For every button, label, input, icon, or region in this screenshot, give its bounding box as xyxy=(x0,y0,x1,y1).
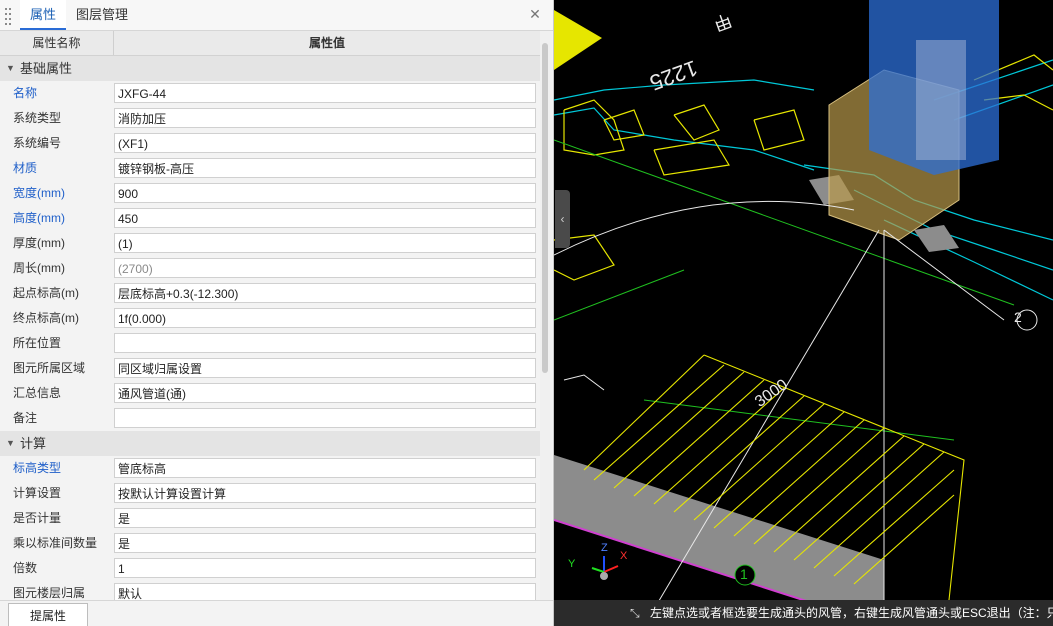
property-group-title: 基础属性 xyxy=(20,61,73,76)
grey-beam-small-2 xyxy=(914,225,959,252)
triad-z-label: Z xyxy=(601,542,608,554)
property-value-field[interactable]: 1f(0.000) xyxy=(114,308,536,328)
axis-label-1: 1 xyxy=(740,566,748,582)
property-value-field[interactable]: 1 xyxy=(114,558,536,578)
blue-duct-face xyxy=(916,40,966,160)
property-value-field[interactable]: 450 xyxy=(114,208,536,228)
property-value-field[interactable]: JXFG-44 xyxy=(114,83,536,103)
property-row: 标高类型 管底标高 xyxy=(0,456,540,481)
property-column-header: 属性名称 属性值 xyxy=(0,31,540,56)
status-text: 左键点选或者框选要生成通头的风管，右键生成风管通头或ESC退出（注：只 xyxy=(650,606,1053,620)
property-value-field[interactable]: 管底标高 xyxy=(114,458,536,478)
property-value-field[interactable]: (1) xyxy=(114,233,536,253)
axis-triad xyxy=(591,556,619,580)
property-value-field[interactable]: 层底标高+0.3(-12.300) xyxy=(114,283,536,303)
property-row: 备注 xyxy=(0,406,540,431)
property-row: 是否计量 是 xyxy=(0,506,540,531)
property-value-field[interactable]: 消防加压 xyxy=(114,108,536,128)
property-label: 汇总信息 xyxy=(13,386,62,400)
triad-y-label: Y xyxy=(568,558,576,570)
chevron-left-icon[interactable]: ‹ xyxy=(555,190,570,248)
column-header-value: 属性值 xyxy=(308,36,345,50)
property-value-field[interactable]: (XF1) xyxy=(114,133,536,153)
property-group-header[interactable]: ▼ 计算 xyxy=(0,431,540,456)
property-row: 名称 JXFG-44 xyxy=(0,81,540,106)
property-row: 倍数 1 xyxy=(0,556,540,581)
tab-properties[interactable]: 属性 xyxy=(20,0,66,30)
property-row: 系统类型 消防加压 xyxy=(0,106,540,131)
triad-x-label: X xyxy=(620,550,628,562)
cursor-select-icon: ⤡ xyxy=(630,606,640,620)
property-grid: ▼ 基础属性名称 JXFG-44 系统类型 消防加压系统编号 (XF1) 材质 镀锌钢板-高压… xyxy=(0,56,540,600)
property-label: 计算设置 xyxy=(13,486,62,500)
property-label: 图元楼层归属 xyxy=(13,586,86,600)
property-value-field[interactable] xyxy=(114,333,536,353)
panel-tab-bar: 属性 图层管理 ✕ xyxy=(0,0,553,31)
property-label: 宽度(mm) xyxy=(13,186,65,200)
property-row: 图元所属区域 同区域归属设置 xyxy=(0,356,540,381)
property-label: 所在位置 xyxy=(13,336,62,350)
property-row: 终点标高(m) 1f(0.000) xyxy=(0,306,540,331)
triangle-down-icon[interactable]: ▼ xyxy=(6,56,15,81)
property-value-field[interactable]: 镀锌钢板-高压 xyxy=(114,158,536,178)
property-row: 汇总信息 通风管道(通) xyxy=(0,381,540,406)
extract-properties-button[interactable]: 提属性 xyxy=(8,603,88,626)
property-label: 系统编号 xyxy=(13,136,62,150)
column-header-name: 属性名称 xyxy=(0,31,114,55)
property-label: 标高类型 xyxy=(13,461,62,475)
property-row: 厚度(mm) (1) xyxy=(0,231,540,256)
scrollbar-thumb[interactable] xyxy=(542,43,548,373)
property-value-field[interactable]: 同区域归属设置 xyxy=(114,358,536,378)
property-row: 计算设置 按默认计算设置计算 xyxy=(0,481,540,506)
property-row: 周长(mm) (2700) xyxy=(0,256,540,281)
property-label: 终点标高(m) xyxy=(13,311,79,325)
property-group-title: 计算 xyxy=(20,436,47,451)
property-label: 倍数 xyxy=(13,561,38,575)
property-value-field[interactable] xyxy=(114,408,536,428)
property-label: 周长(mm) xyxy=(13,261,65,275)
property-row: 乘以标准间数量 是 xyxy=(0,531,540,556)
yellow-fill-shape xyxy=(554,10,602,70)
property-label: 备注 xyxy=(13,411,38,425)
drag-grip-icon[interactable] xyxy=(4,4,14,26)
cad-3d-viewport[interactable]: 2 1 1225 甲 3000 Y X Z xyxy=(554,0,1053,626)
property-label: 厚度(mm) xyxy=(13,236,65,250)
property-label: 名称 xyxy=(13,86,38,100)
property-label: 高度(mm) xyxy=(13,211,65,225)
property-row: 所在位置 xyxy=(0,331,540,356)
property-panel: 属性 图层管理 ✕ 属性名称 属性值 ▼ 基础属性名称 JXFG-44 系统类型 消防加… xyxy=(0,0,554,626)
property-label: 起点标高(m) xyxy=(13,286,79,300)
property-value-field[interactable]: (2700) xyxy=(114,258,536,278)
property-value-field[interactable]: 默认 xyxy=(114,583,536,600)
property-group-header[interactable]: ▼ 基础属性 xyxy=(0,56,540,81)
property-row: 宽度(mm) 900 xyxy=(0,181,540,206)
property-row: 起点标高(m) 层底标高+0.3(-12.300) xyxy=(0,281,540,306)
property-row: 图元楼层归属 默认 xyxy=(0,581,540,600)
property-value-field[interactable]: 900 xyxy=(114,183,536,203)
cad-drawing xyxy=(554,0,1053,626)
property-label: 乘以标准间数量 xyxy=(13,536,98,550)
axis-label-2: 2 xyxy=(1014,309,1022,325)
property-value-field[interactable]: 按默认计算设置计算 xyxy=(114,483,536,503)
panel-footer: 提属性 xyxy=(0,600,553,626)
tab-layer-management[interactable]: 图层管理 xyxy=(76,0,128,30)
property-value-field[interactable]: 是 xyxy=(114,508,536,528)
property-value-field[interactable]: 是 xyxy=(114,533,536,553)
property-label: 系统类型 xyxy=(13,111,62,125)
vertical-scrollbar[interactable] xyxy=(540,31,552,601)
property-label: 材质 xyxy=(13,161,38,175)
property-row: 材质 镀锌钢板-高压 xyxy=(0,156,540,181)
status-bar: ⤡ 左键点选或者框选要生成通头的风管，右键生成风管通头或ESC退出（注：只 xyxy=(554,600,1053,626)
property-label: 是否计量 xyxy=(13,511,62,525)
triangle-down-icon[interactable]: ▼ xyxy=(6,431,15,456)
property-row: 高度(mm) 450 xyxy=(0,206,540,231)
property-row: 系统编号 (XF1) xyxy=(0,131,540,156)
close-icon[interactable]: ✕ xyxy=(527,6,543,22)
property-value-field[interactable]: 通风管道(通) xyxy=(114,383,536,403)
property-label: 图元所属区域 xyxy=(13,361,86,375)
